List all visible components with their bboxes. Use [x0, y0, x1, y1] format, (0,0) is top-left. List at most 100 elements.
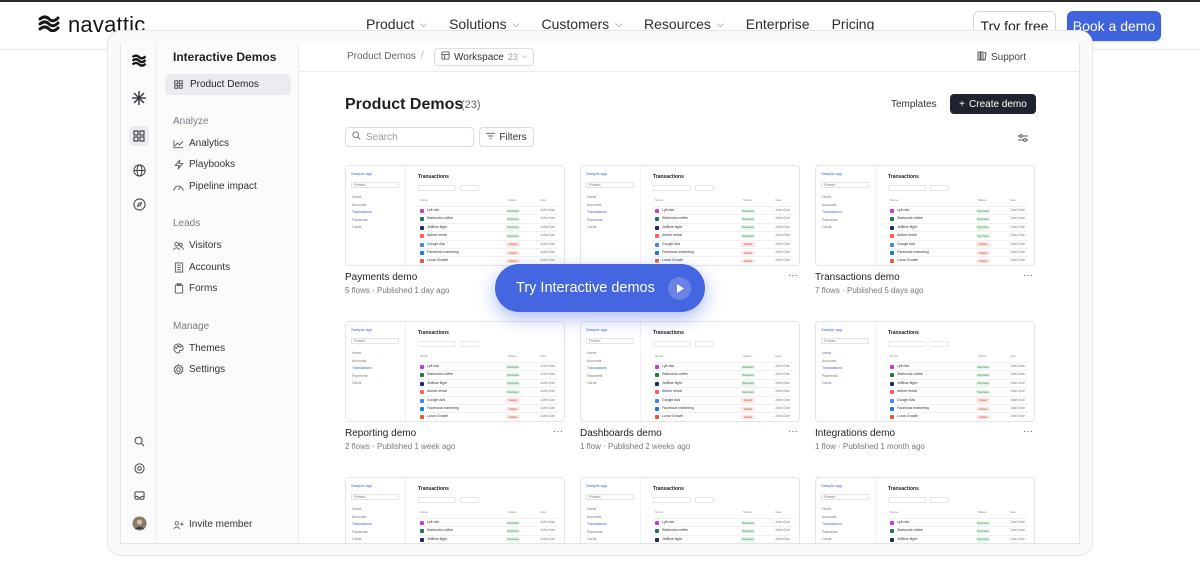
grid-icon[interactable]: [129, 126, 149, 146]
thumb-app-name: Sample app: [821, 327, 843, 332]
merchant-icon: [890, 259, 894, 264]
breadcrumb[interactable]: Product Demos: [347, 51, 416, 62]
thumb-title: Transactions: [418, 486, 449, 492]
thumb-header-row: Name Status User: [653, 198, 793, 204]
status-badge: Failed: [506, 250, 520, 255]
chevron-down-icon: ⌵: [521, 53, 528, 60]
view-settings-icon[interactable]: [1018, 130, 1028, 148]
demo-card[interactable]: Sample app Fintech Home Accounts Transaction…: [345, 165, 565, 295]
filter-icon: [486, 132, 496, 143]
demo-card[interactable]: Sample app Fintech Home Accounts Transaction…: [580, 165, 800, 281]
merchant-icon: [655, 537, 659, 542]
more-options-icon[interactable]: ···: [788, 270, 798, 281]
merchant-icon: [655, 242, 659, 247]
support-label: Support: [990, 52, 1026, 63]
demo-card[interactable]: Sample app Fintech Home Accounts Transaction…: [815, 165, 1035, 295]
palette-icon: [173, 343, 184, 354]
compass-icon[interactable]: [129, 194, 149, 214]
status-badge: Success: [976, 372, 990, 378]
merchant-icon: [420, 381, 424, 386]
asterisk-icon[interactable]: [129, 88, 149, 108]
thumb-nav-item: Payments: [587, 529, 603, 534]
demo-name[interactable]: Transactions demo: [815, 272, 900, 283]
thumb-cell: John Doe: [540, 364, 555, 368]
thumb-cell: Starbucks coffee: [897, 528, 924, 533]
workspace-selector[interactable]: Workspace 23 ⌵: [434, 48, 535, 66]
thumb-nav-item: Home: [352, 195, 362, 199]
more-options-icon[interactable]: ···: [553, 426, 563, 437]
thumb-table-row: Airbnb rentalSuccessJohn Doe: [418, 543, 558, 544]
demo-thumbnail[interactable]: Sample app Fintech Home Accounts Transaction…: [345, 321, 565, 422]
thumb-cell: John Doe: [775, 372, 790, 377]
globe-icon[interactable]: [129, 160, 149, 180]
merchant-icon: [890, 365, 894, 369]
thumb-col: Name: [890, 354, 899, 358]
invite-member-button[interactable]: Invite member: [173, 519, 252, 530]
sidebar-item-visitors[interactable]: Visitors: [173, 240, 222, 251]
thumb-cell: Lunar Growth: [427, 258, 449, 263]
thumb-table-row: JetBlue flight Success John Doe: [888, 222, 1028, 231]
demo-name[interactable]: Integrations demo: [815, 428, 895, 439]
demo-name[interactable]: Payments demo: [345, 272, 417, 283]
thumb-sidebar: Sample app Fintech Home Accounts Transaction…: [581, 166, 641, 265]
thumb-cell: Starbucks coffee: [427, 528, 454, 533]
try-interactive-demos-button[interactable]: Try Interactive demos: [495, 264, 705, 312]
support-link[interactable]: Support: [977, 51, 1026, 64]
demo-thumbnail[interactable]: Sample app Fintech Home Accounts Transaction…: [580, 321, 800, 422]
thumb-table-row: JetBlue flight Success John Doe: [888, 534, 1028, 543]
avatar[interactable]: [129, 513, 149, 533]
sidebar-item-themes[interactable]: Themes: [173, 343, 225, 354]
status-badge: Failed: [741, 398, 755, 403]
sidebar-item-analytics[interactable]: Analytics: [173, 138, 229, 149]
demo-thumbnail[interactable]: Sample app Fintech Home Accounts Transaction…: [345, 165, 565, 266]
inbox-icon[interactable]: [129, 485, 149, 505]
status-badge: Success: [506, 381, 520, 386]
status-badge: Success: [741, 372, 755, 378]
demo-thumbnail[interactable]: Sample app Fintech Home Accounts Transaction…: [815, 165, 1035, 266]
lightning-icon: [173, 159, 184, 170]
sidebar-item-accounts[interactable]: Accounts: [173, 262, 230, 273]
sidebar-item-product-demos[interactable]: Product Demos: [165, 74, 291, 95]
demo-name[interactable]: Reporting demo: [345, 428, 416, 439]
more-options-icon[interactable]: ···: [1023, 426, 1033, 437]
merchant-icon: [420, 217, 424, 222]
thumb-table-row: Airbnb rentalSuccessJohn Doe: [653, 543, 793, 544]
demo-thumbnail[interactable]: Sample app Fintech Home Accounts Transaction…: [580, 165, 800, 266]
templates-button[interactable]: Templates: [891, 99, 937, 110]
thumb-table-row: JetBlue flight Success John Doe: [653, 378, 793, 387]
navattic-logo-icon[interactable]: [129, 50, 149, 70]
search-icon[interactable]: [129, 431, 149, 451]
demo-thumbnail[interactable]: Sample app Fintech Home Accounts Transaction…: [580, 477, 800, 544]
demo-card[interactable]: Sample app Fintech Home Accounts Transaction…: [345, 321, 565, 451]
thumb-cell: John Doe: [540, 216, 555, 221]
demo-card[interactable]: Sample app Fintech Home Accounts Transaction…: [815, 477, 1035, 543]
merchant-icon: [890, 209, 894, 213]
filters-button[interactable]: Filters: [479, 127, 534, 147]
demo-thumbnail[interactable]: Sample app Fintech Home Accounts Transaction…: [815, 321, 1035, 422]
thumb-table-row: Google Ads Failed John Doe: [653, 395, 793, 404]
help-icon[interactable]: [129, 458, 149, 478]
thumb-cell: John Doe: [1010, 216, 1025, 221]
create-demo-button[interactable]: + Create demo: [950, 94, 1036, 114]
merchant-icon: [420, 365, 424, 369]
status-badge: Failed: [741, 258, 755, 264]
search-input[interactable]: Search: [345, 127, 474, 147]
more-options-icon[interactable]: ···: [788, 426, 798, 437]
demo-thumbnail[interactable]: Sample app Fintech Home Accounts Transaction…: [345, 477, 565, 544]
demo-card[interactable]: Sample app Fintech Home Accounts Transaction…: [815, 321, 1035, 451]
thumb-select: Fintech: [586, 494, 634, 500]
sidebar-item-playbooks[interactable]: Playbooks: [173, 159, 235, 170]
merchant-icon: [655, 217, 659, 222]
sidebar-item-pipeline-impact[interactable]: Pipeline impact: [173, 181, 257, 192]
sidebar-item-settings[interactable]: Settings: [173, 364, 225, 375]
sidebar-item-forms[interactable]: Forms: [173, 283, 217, 294]
thumb-cell: John Doe: [775, 216, 790, 221]
more-options-icon[interactable]: ···: [1023, 270, 1033, 281]
demo-card[interactable]: Sample app Fintech Home Accounts Transaction…: [580, 477, 800, 544]
status-badge: Failed: [976, 398, 990, 403]
demo-card[interactable]: Sample app Fintech Home Accounts Transaction…: [580, 321, 800, 451]
demo-card[interactable]: Sample app Fintech Home Accounts Transaction…: [345, 477, 565, 544]
thumb-select: Fintech: [351, 338, 399, 344]
demo-thumbnail[interactable]: Sample app Fintech Home Accounts Transaction…: [815, 477, 1035, 543]
demo-name[interactable]: Dashboards demo: [580, 428, 662, 439]
